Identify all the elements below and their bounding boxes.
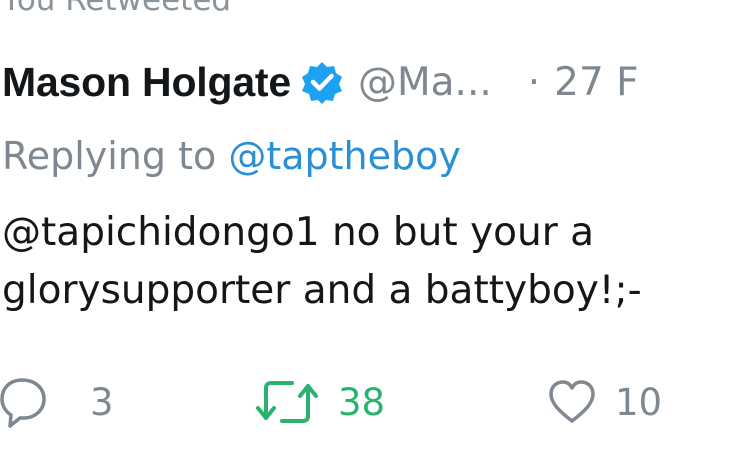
verified-badge-icon	[300, 60, 344, 104]
reply-icon	[0, 374, 66, 430]
retweet-count: 38	[338, 380, 386, 424]
reply-button[interactable]: 3	[0, 372, 114, 432]
replying-mention-link[interactable]: @taptheboy	[228, 134, 461, 178]
replying-label: Replying to	[2, 134, 217, 178]
like-count: 10	[615, 380, 663, 424]
heart-icon	[547, 377, 597, 427]
like-button[interactable]: 10	[547, 372, 662, 432]
retweet-button[interactable]: 38	[252, 372, 385, 432]
separator-dot: ·	[527, 59, 541, 105]
author-name[interactable]: Mason Holgate	[2, 59, 291, 106]
tweet-text: @tapichidongo1 no but your a glorysuppor…	[2, 204, 642, 320]
retweet-banner: You Retweeted	[2, 0, 232, 18]
retweet-icon	[252, 374, 322, 430]
reply-count: 3	[90, 380, 114, 424]
timestamp[interactable]: 27 F	[554, 60, 638, 105]
replying-to: Replying to @taptheboy	[2, 134, 461, 178]
tweet-text-line: @tapichidongo1 no but your a	[2, 210, 595, 255]
tweet-actions: 3 38 10	[0, 372, 735, 432]
tweet-header: Mason Holgate @Ma... · 27 F	[2, 56, 639, 108]
tweet-text-line: glorysupporter and a battyboy!;-	[2, 268, 642, 313]
author-handle[interactable]: @Ma...	[358, 60, 492, 105]
